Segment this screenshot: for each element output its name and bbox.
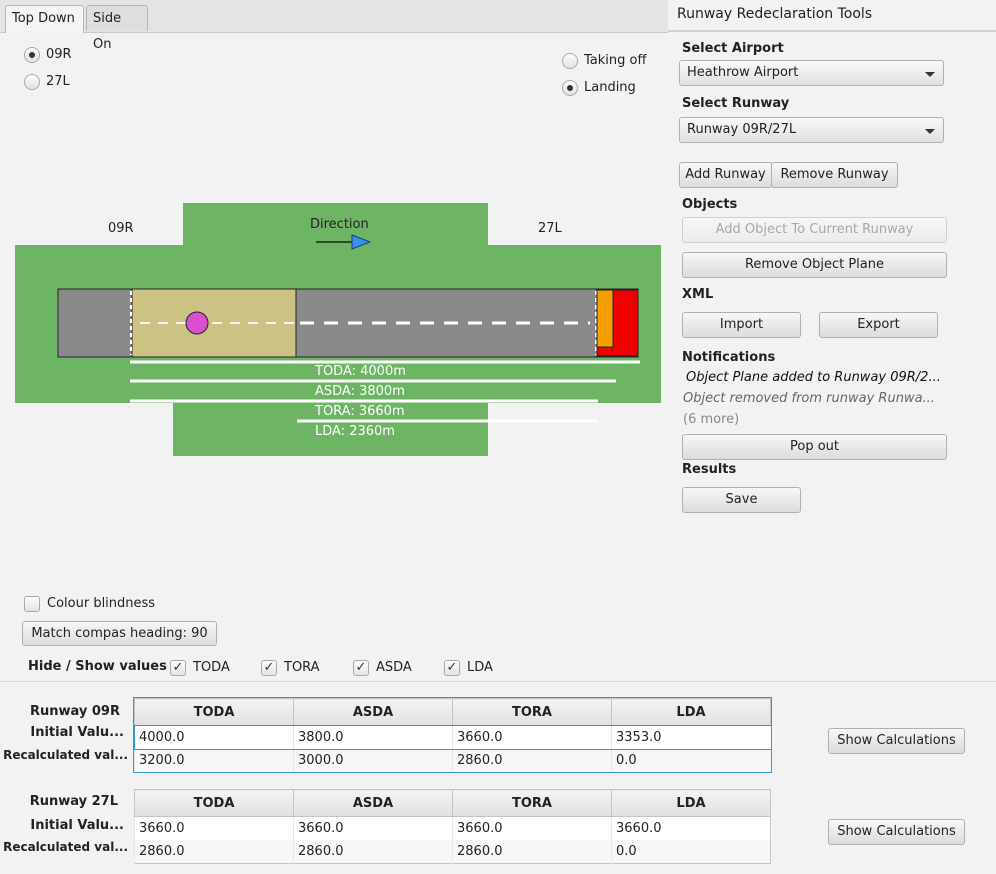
runway-select-value: Runway 09R/27L bbox=[687, 122, 797, 137]
tab-top-down[interactable]: Top Down bbox=[5, 5, 84, 33]
column-header[interactable]: LDA bbox=[611, 789, 771, 817]
column-header[interactable]: TODA bbox=[134, 789, 294, 817]
objects-label: Objects bbox=[682, 197, 738, 212]
runway-27l-label: Runway 27L bbox=[29, 794, 118, 809]
label-09r: 09R bbox=[108, 221, 134, 236]
toda-checkbox[interactable]: ✓ bbox=[170, 660, 186, 676]
column-header[interactable]: TORA bbox=[452, 789, 612, 817]
column-header[interactable]: LDA bbox=[611, 698, 771, 726]
runway-select[interactable]: Runway 09R/27L bbox=[679, 117, 944, 143]
runway-09r-label: Runway 09R bbox=[29, 704, 120, 719]
add-object-button[interactable]: Add Object To Current Runway bbox=[682, 217, 947, 243]
table-cell[interactable]: 3660.0 bbox=[452, 725, 612, 749]
chevron-down-icon bbox=[925, 72, 935, 77]
table-cell[interactable]: 0.0 bbox=[611, 840, 771, 864]
import-button[interactable]: Import bbox=[682, 312, 801, 338]
runway-diagram: 09R 27L Direction TODA: 4000m ASDA: 3800… bbox=[15, 203, 661, 456]
radio-selected-dot bbox=[29, 52, 35, 58]
label-27l: 27L bbox=[538, 221, 563, 236]
divider bbox=[0, 681, 996, 682]
toda-checkbox-label: TODA bbox=[193, 660, 230, 675]
remove-object-button[interactable]: Remove Object Plane bbox=[682, 252, 947, 278]
column-header[interactable]: TODA bbox=[134, 698, 294, 726]
table-cell[interactable]: 3660.0 bbox=[452, 816, 612, 840]
column-header[interactable]: ASDA bbox=[293, 698, 453, 726]
table-cell[interactable]: 3660.0 bbox=[134, 816, 294, 840]
lda-checkbox-label: LDA bbox=[467, 660, 493, 675]
table-cell[interactable]: 3200.0 bbox=[134, 749, 294, 772]
column-header[interactable]: ASDA bbox=[293, 789, 453, 817]
table-cell[interactable]: 0.0 bbox=[611, 749, 771, 772]
show-calculations-button[interactable]: Show Calculations bbox=[828, 819, 965, 845]
runway-27l-table[interactable]: TODA ASDA TORA LDA 3660.0 3660.0 3660.0 … bbox=[134, 789, 771, 864]
asda-checkbox[interactable]: ✓ bbox=[353, 660, 369, 676]
table-cell[interactable]: 2860.0 bbox=[452, 840, 612, 864]
colour-blindness-checkbox[interactable] bbox=[24, 596, 40, 612]
table-cell[interactable]: 3353.0 bbox=[611, 725, 771, 749]
chevron-down-icon bbox=[925, 129, 935, 134]
toda-label: TODA: 4000m bbox=[314, 364, 406, 379]
lda-checkbox[interactable]: ✓ bbox=[444, 660, 460, 676]
table-cell[interactable]: 3660.0 bbox=[611, 816, 771, 840]
select-airport-label: Select Airport bbox=[682, 41, 784, 56]
save-button[interactable]: Save bbox=[682, 487, 801, 513]
radio-taking-off[interactable] bbox=[562, 53, 578, 69]
column-header[interactable]: TORA bbox=[452, 698, 612, 726]
obstacle-marker bbox=[185, 311, 209, 335]
table-row[interactable]: 3200.0 3000.0 2860.0 0.0 bbox=[134, 749, 771, 772]
initial-values-label: Initial Valu... bbox=[30, 725, 124, 740]
airport-select-value: Heathrow Airport bbox=[687, 65, 799, 80]
radio-27l[interactable] bbox=[24, 74, 40, 90]
table-row[interactable]: 2860.0 2860.0 2860.0 0.0 bbox=[134, 840, 771, 864]
stopway bbox=[596, 289, 614, 348]
radio-landing[interactable] bbox=[562, 80, 578, 96]
export-button[interactable]: Export bbox=[819, 312, 938, 338]
recalculated-values-label: Recalculated val... bbox=[3, 748, 128, 762]
pop-out-button[interactable]: Pop out bbox=[682, 434, 947, 460]
side-panel-title: Runway Redeclaration Tools bbox=[677, 6, 873, 22]
radio-selected-dot bbox=[567, 85, 573, 91]
colour-blindness-label: Colour blindness bbox=[47, 596, 156, 611]
notification-item: Object Plane added to Runway 09R/2... bbox=[686, 370, 941, 385]
table-row[interactable]: 3660.0 3660.0 3660.0 3660.0 bbox=[134, 816, 771, 840]
notification-item: Object removed from runway Runwa... bbox=[683, 391, 935, 406]
add-runway-button[interactable]: Add Runway bbox=[679, 162, 772, 188]
runway-09r-table[interactable]: TODA ASDA TORA LDA 4000.0 3800.0 3660.0 … bbox=[133, 697, 772, 773]
table-cell[interactable]: 4000.0 bbox=[134, 725, 294, 749]
tab-side-on[interactable]: Side On bbox=[86, 5, 148, 52]
lda-label: LDA: 2360m bbox=[315, 424, 395, 439]
table-cell[interactable]: 2860.0 bbox=[452, 749, 612, 772]
radio-taking-off-label: Taking off bbox=[584, 53, 647, 68]
results-label: Results bbox=[682, 462, 737, 477]
radio-09r[interactable] bbox=[24, 47, 40, 63]
tora-label: TORA: 3660m bbox=[314, 404, 405, 419]
table-row[interactable]: 4000.0 3800.0 3660.0 3353.0 bbox=[133, 724, 772, 750]
notifications-label: Notifications bbox=[682, 350, 776, 365]
match-heading-button[interactable]: Match compas heading: 90 bbox=[22, 621, 217, 646]
table-cell[interactable]: 3000.0 bbox=[293, 749, 453, 772]
initial-values-label: Initial Valu... bbox=[30, 818, 124, 833]
radio-landing-label: Landing bbox=[584, 80, 636, 95]
recalculated-values-label: Recalculated val... bbox=[3, 840, 128, 854]
table-cell[interactable]: 2860.0 bbox=[293, 840, 453, 864]
asda-label: ASDA: 3800m bbox=[315, 384, 405, 399]
tora-checkbox-label: TORA bbox=[284, 660, 320, 675]
select-runway-label: Select Runway bbox=[682, 96, 790, 111]
direction-label: Direction bbox=[310, 217, 369, 232]
show-calculations-button[interactable]: Show Calculations bbox=[828, 728, 965, 754]
table-cell[interactable]: 3660.0 bbox=[293, 816, 453, 840]
remove-runway-button[interactable]: Remove Runway bbox=[771, 162, 898, 188]
airport-select[interactable]: Heathrow Airport bbox=[679, 60, 944, 86]
asda-checkbox-label: ASDA bbox=[376, 660, 412, 675]
table-cell[interactable]: 3800.0 bbox=[293, 725, 453, 749]
radio-09r-label: 09R bbox=[46, 47, 72, 62]
notification-more: (6 more) bbox=[683, 412, 740, 427]
tora-checkbox[interactable]: ✓ bbox=[261, 660, 277, 676]
radio-27l-label: 27L bbox=[46, 74, 70, 89]
table-cell[interactable]: 2860.0 bbox=[134, 840, 294, 864]
hide-show-label: Hide / Show values bbox=[28, 659, 167, 674]
xml-label: XML bbox=[682, 287, 714, 302]
